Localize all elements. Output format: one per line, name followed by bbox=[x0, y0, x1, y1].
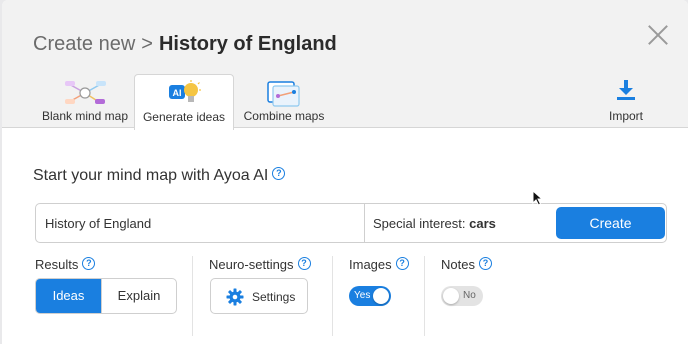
tab-label: Combine maps bbox=[243, 109, 325, 123]
help-icon[interactable]: ? bbox=[478, 257, 492, 270]
combine-maps-icon bbox=[266, 78, 302, 111]
settings-button-label: Settings bbox=[252, 290, 296, 304]
results-segmented-control: Ideas Explain bbox=[35, 278, 177, 314]
mouse-cursor-icon bbox=[532, 189, 544, 211]
breadcrumb-separator: > bbox=[141, 33, 153, 55]
blank-mind-map-icon bbox=[63, 78, 107, 111]
results-option-ideas[interactable]: Ideas bbox=[36, 279, 101, 313]
tab-label: Blank mind map bbox=[41, 109, 129, 123]
help-icon[interactable]: ? bbox=[297, 257, 311, 270]
ai-lightbulb-icon: AI bbox=[167, 79, 201, 112]
breadcrumb-parent[interactable]: Create new bbox=[33, 33, 135, 55]
column-divider bbox=[332, 256, 333, 336]
column-divider bbox=[192, 256, 193, 336]
breadcrumb: Create new > History of England bbox=[33, 33, 337, 56]
images-toggle-text: Yes bbox=[354, 290, 371, 301]
page-title: History of England bbox=[158, 33, 337, 55]
dialog-header: Create new > History of England Blank mind… bbox=[2, 0, 688, 130]
tab-blank-mind-map[interactable]: Blank mind map bbox=[37, 74, 133, 129]
topic-input[interactable] bbox=[36, 204, 364, 242]
results-label: Results? bbox=[35, 257, 96, 272]
create-button[interactable]: Create bbox=[556, 207, 665, 239]
help-icon[interactable]: ? bbox=[395, 257, 409, 270]
notes-toggle[interactable]: No bbox=[441, 286, 483, 306]
images-label: Images? bbox=[349, 257, 409, 272]
toggle-knob bbox=[443, 288, 459, 304]
images-toggle[interactable]: Yes bbox=[349, 286, 391, 306]
notes-toggle-text: No bbox=[463, 290, 476, 301]
tab-label: Import bbox=[608, 109, 643, 123]
neuro-settings-label: Neuro-settings? bbox=[209, 257, 311, 272]
input-divider bbox=[364, 204, 365, 242]
section-title-text: Start your mind map with Ayoa AI bbox=[33, 167, 269, 184]
toggle-knob bbox=[373, 288, 389, 304]
settings-button[interactable]: Settings bbox=[210, 278, 308, 314]
help-icon[interactable]: ? bbox=[82, 257, 96, 270]
special-interest-field[interactable]: Special interest: cars bbox=[373, 216, 496, 231]
column-divider bbox=[424, 256, 425, 336]
tab-import[interactable]: Import bbox=[602, 74, 650, 129]
gear-icon bbox=[226, 288, 244, 309]
tab-combine-maps[interactable]: Combine maps bbox=[242, 74, 326, 129]
neuro-settings-label-text: Neuro-settings bbox=[209, 257, 294, 272]
create-new-dialog: Create new > History of England Blank mind… bbox=[2, 0, 688, 344]
special-interest-label: Special interest: bbox=[373, 216, 466, 231]
help-icon[interactable]: ? bbox=[272, 167, 286, 180]
results-label-text: Results bbox=[35, 257, 79, 272]
special-interest-value: cars bbox=[469, 216, 496, 231]
notes-label: Notes? bbox=[441, 257, 492, 272]
tab-label: Generate ideas bbox=[142, 110, 226, 124]
notes-label-text: Notes bbox=[441, 257, 475, 272]
close-icon[interactable] bbox=[647, 24, 669, 46]
download-icon bbox=[615, 78, 637, 105]
ai-badge-text: AI bbox=[173, 88, 182, 98]
prompt-input-row: Special interest: cars Create bbox=[35, 203, 667, 243]
images-label-text: Images bbox=[349, 257, 392, 272]
section-title: Start your mind map with Ayoa AI? bbox=[33, 167, 286, 185]
tab-generate-ideas[interactable]: AI Generate ideas bbox=[134, 74, 234, 130]
results-option-explain[interactable]: Explain bbox=[101, 279, 176, 313]
